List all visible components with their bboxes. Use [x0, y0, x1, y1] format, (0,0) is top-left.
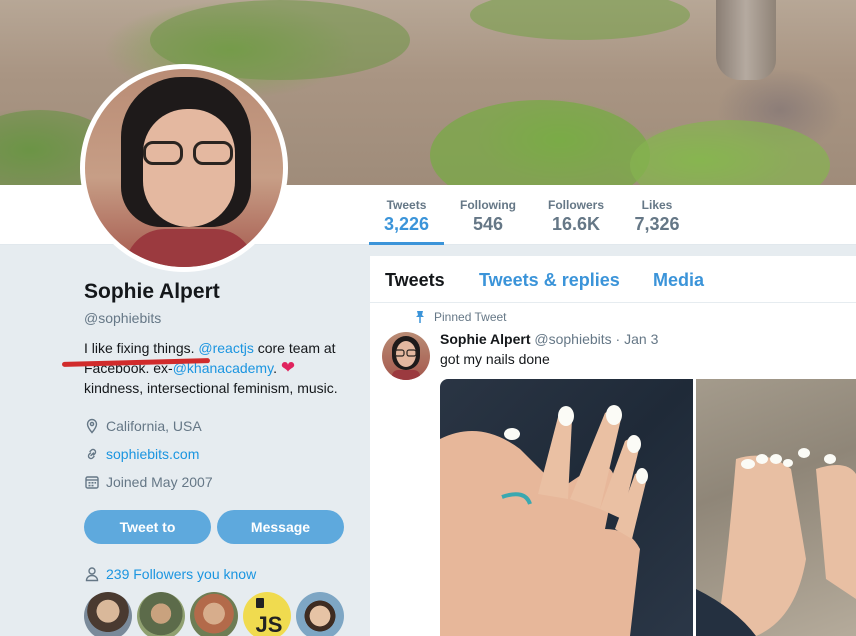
profile-website: sophiebits.com — [84, 440, 354, 468]
tweet-to-button[interactable]: Tweet to — [84, 510, 211, 544]
stat-label: Tweets — [386, 198, 427, 212]
stat-label: Following — [460, 198, 516, 212]
profile-joined: Joined May 2007 — [84, 468, 354, 496]
heart-icon: ❤ — [280, 358, 296, 377]
tweet-author-handle[interactable]: @sophiebits — [534, 331, 611, 347]
stat-tweets[interactable]: Tweets 3,226 — [369, 185, 444, 245]
known-followers-avatars: JS — [84, 592, 354, 636]
tweet-separator: · — [611, 331, 625, 347]
js-logo-text: JS — [256, 612, 283, 636]
profile-location: California, USA — [84, 412, 354, 440]
timeline-tabs: Tweets Tweets & replies Media — [370, 256, 856, 303]
calendar-icon — [85, 476, 99, 489]
link-icon — [87, 448, 97, 460]
profile-handle[interactable]: @sophiebits — [84, 310, 354, 326]
website-link[interactable]: sophiebits.com — [106, 446, 199, 462]
tweet-header: Sophie Alpert @sophiebits · Jan 3 — [440, 331, 658, 347]
tweet-photo-hand[interactable] — [440, 379, 693, 636]
location-text: California, USA — [106, 418, 202, 434]
stat-value: 16.6K — [551, 214, 601, 234]
person-icon — [85, 567, 99, 582]
stat-followers[interactable]: Followers 16.6K — [540, 185, 612, 245]
bio-text: I like fixing things. — [84, 340, 199, 356]
bio-text: . — [273, 360, 281, 376]
stat-following[interactable]: Following 546 — [452, 185, 524, 245]
profile-name[interactable]: Sophie Alpert — [84, 280, 354, 304]
profile-card: Sophie Alpert @sophiebits I like fixing … — [61, 280, 354, 636]
bio-text: kindness, intersectional feminism, music… — [84, 380, 338, 396]
message-button[interactable]: Message — [217, 510, 344, 544]
profile-avatar[interactable] — [80, 64, 288, 272]
tab-tweets[interactable]: Tweets — [385, 270, 445, 291]
stat-value: 3,226 — [383, 214, 430, 234]
bio-mention-reactjs[interactable]: @reactjs — [198, 340, 253, 356]
tab-media[interactable]: Media — [653, 270, 704, 291]
follower-avatar-js-logo[interactable]: JS — [243, 592, 291, 636]
stat-label: Followers — [547, 198, 604, 212]
followers-you-know-link[interactable]: 239 Followers you know — [106, 566, 256, 582]
pinned-text: Pinned Tweet — [434, 310, 507, 324]
followers-you-know[interactable]: 239 Followers you know — [84, 566, 354, 582]
tweet-date[interactable]: Jan 3 — [624, 331, 658, 347]
timeline: Tweets Tweets & replies Media Pinned Twe… — [370, 256, 856, 636]
tweet-author-name[interactable]: Sophie Alpert — [440, 331, 531, 347]
stat-value: 546 — [472, 214, 504, 234]
pin-icon — [416, 311, 424, 323]
follower-avatar[interactable] — [137, 592, 185, 636]
tweet-text: got my nails done — [440, 351, 550, 367]
follower-avatar[interactable] — [190, 592, 238, 636]
stat-value: 7,326 — [634, 214, 680, 234]
follower-avatar[interactable] — [296, 592, 344, 636]
joined-text: Joined May 2007 — [106, 474, 213, 490]
profile-bio: I like fixing things. @reactjs core team… — [61, 338, 354, 398]
tweet-avatar[interactable] — [382, 332, 430, 380]
follower-avatar[interactable] — [84, 592, 132, 636]
tweet-photo-feet[interactable] — [696, 379, 856, 636]
tab-tweets-replies[interactable]: Tweets & replies — [479, 270, 620, 291]
pinned-tweet-label: Pinned Tweet — [416, 310, 507, 324]
location-pin-icon — [86, 418, 98, 434]
stat-likes[interactable]: Likes 7,326 — [627, 185, 687, 245]
stat-label: Likes — [641, 198, 673, 212]
